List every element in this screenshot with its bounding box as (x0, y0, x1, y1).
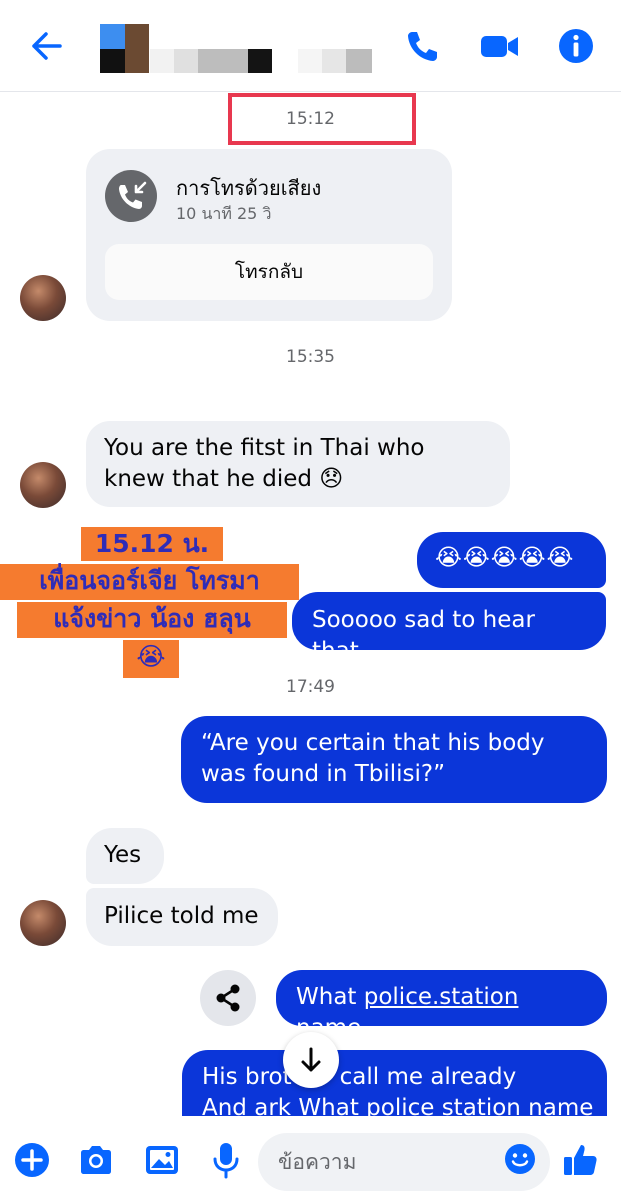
message-text: And ark What police station name (202, 1095, 594, 1116)
video-camera-icon[interactable] (478, 26, 522, 66)
gallery-icon[interactable] (142, 1140, 182, 1180)
avatar[interactable] (20, 275, 66, 321)
message-bubble-outgoing[interactable]: What police.station name (276, 970, 607, 1041)
message-bubble-incoming[interactable]: Yes (86, 828, 164, 884)
scroll-to-bottom-button[interactable] (283, 1032, 339, 1088)
message-text: His brot (202, 1064, 292, 1090)
message-bubble-outgoing[interactable]: “Are you certain that his body was found… (181, 716, 607, 803)
message-bubble-outgoing[interactable]: Sooooo sad to hear that (292, 592, 606, 664)
timestamp: 17:49 (286, 677, 335, 697)
overlay-line: เพื่อนจอร์เจีย โทรมา (0, 564, 299, 600)
message-text: call me already (339, 1064, 517, 1090)
overlay-line: แจ้งข่าว น้อง ฮลุน (17, 602, 287, 638)
back-arrow-icon[interactable] (26, 28, 66, 64)
plus-icon[interactable] (12, 1140, 52, 1180)
message-bubble-incoming[interactable]: Pilice told me (86, 888, 278, 946)
message-bubble-outgoing[interactable]: 😭😭😭😭😭 (417, 532, 606, 588)
microphone-icon[interactable] (206, 1140, 246, 1180)
missed-call-icon (105, 170, 157, 222)
message-text: What (296, 984, 364, 1010)
timestamp: 15:35 (286, 347, 335, 367)
avatar[interactable] (20, 900, 66, 946)
info-icon[interactable] (556, 26, 596, 66)
overlay-line: 15.12 น. (81, 527, 223, 561)
message-link[interactable]: police.station (364, 984, 519, 1010)
voice-call-card: การโทรด้วยเสียง 10 นาที 25 วิ โทรกลับ (86, 149, 452, 321)
share-button[interactable] (200, 970, 256, 1026)
camera-icon[interactable] (76, 1140, 116, 1180)
overlay-line: 😭 (123, 640, 179, 678)
phone-icon[interactable] (402, 26, 442, 66)
conversation-header (0, 0, 621, 92)
message-bubble-incoming[interactable]: You are the fitst in Thai who knew that … (86, 421, 510, 507)
message-bubble-outgoing[interactable]: His brot call me already And ark What pol… (182, 1050, 607, 1116)
share-icon (216, 984, 240, 1012)
emoji-icon[interactable] (503, 1142, 537, 1176)
call-title: การโทรด้วยเสียง (176, 176, 322, 200)
call-back-button[interactable]: โทรกลับ (105, 244, 433, 300)
call-duration: 10 นาที 25 วิ (176, 204, 272, 223)
arrow-down-icon (301, 1047, 321, 1072)
highlight-box (228, 93, 416, 145)
like-icon[interactable] (560, 1140, 600, 1180)
avatar[interactable] (20, 462, 66, 508)
